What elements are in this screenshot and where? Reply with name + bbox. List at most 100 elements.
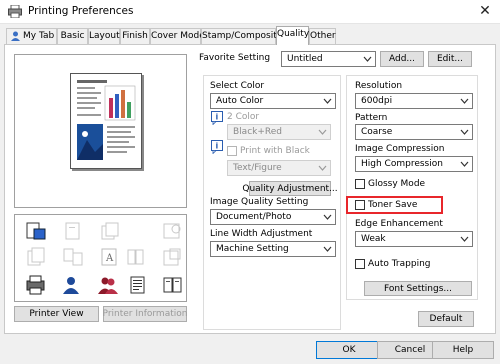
chevron-down-icon <box>323 214 332 220</box>
pages-faded-icon <box>63 248 83 266</box>
pattern-select[interactable]: Coarse <box>355 124 473 140</box>
window-title: Printing Preferences <box>28 5 134 17</box>
chevron-down-icon <box>460 161 469 167</box>
button-label: Default <box>429 314 463 324</box>
printer-output-icon <box>26 275 45 295</box>
tab-label: Basic <box>60 31 85 41</box>
tab-finish[interactable]: Finish <box>120 28 150 44</box>
button-label: OK <box>342 345 356 355</box>
button-label: Quality Adjustment... <box>242 183 338 194</box>
edge-enhancement-label: Edge Enhancement <box>355 219 443 229</box>
chevron-down-icon <box>460 98 469 104</box>
document-faded-icon <box>65 222 80 240</box>
select-value: Text/Figure <box>233 163 282 173</box>
image-compression-label: Image Compression <box>355 144 445 154</box>
glossy-mode-checkbox[interactable] <box>355 179 365 189</box>
tab-cover-mode[interactable]: Cover Mode <box>150 28 205 44</box>
printer-information-button[interactable]: Printer Information <box>103 306 187 322</box>
tab-basic[interactable]: Basic <box>57 28 88 44</box>
toner-save-highlight <box>346 196 443 214</box>
svg-text:i: i <box>216 113 219 122</box>
color-document-icon <box>26 222 46 240</box>
chevron-down-icon <box>323 246 332 252</box>
tab-stamp-composition[interactable]: Stamp/Composition <box>201 28 290 44</box>
print-with-black-checkbox[interactable] <box>227 146 237 156</box>
user-icon <box>63 277 79 294</box>
copies-faded-icon <box>27 247 45 266</box>
select-value: Black+Red <box>233 127 282 137</box>
pattern-label: Pattern <box>355 113 388 123</box>
resolution-label: Resolution <box>355 81 403 91</box>
select-value: Document/Photo <box>216 212 292 222</box>
stack-faded-icon <box>101 222 119 240</box>
booklet-icon <box>163 277 182 293</box>
settings-icons-panel: A <box>14 214 187 302</box>
button-label: Printer Information <box>102 309 188 319</box>
print-with-black-label: Print with Black <box>240 146 310 156</box>
add-favorite-button[interactable]: Add... <box>380 51 424 67</box>
favorite-setting-select[interactable]: Untitled <box>281 51 376 67</box>
button-label: Edit... <box>436 54 463 64</box>
line-width-label: Line Width Adjustment <box>210 229 313 239</box>
select-value: Auto Color <box>216 96 264 106</box>
document-list-icon <box>130 276 145 294</box>
tab-quality[interactable]: Quality <box>276 26 309 45</box>
svg-text:i: i <box>216 142 219 151</box>
user-icon <box>11 31 20 41</box>
chevron-down-icon <box>460 129 469 135</box>
printer-view-button[interactable]: Printer View <box>14 306 99 322</box>
button-label: Printer View <box>29 309 84 319</box>
quality-adjustment-button[interactable]: Quality Adjustment... <box>242 181 338 196</box>
edge-enhancement-select[interactable]: Weak <box>355 231 473 247</box>
two-color-select[interactable]: Black+Red <box>227 124 331 140</box>
tab-label: Quality <box>277 29 310 39</box>
stamp-faded-icon <box>163 223 181 239</box>
text-figure-select[interactable]: Text/Figure <box>227 160 331 176</box>
tab-my-tab[interactable]: My Tab <box>6 28 57 44</box>
image-compression-select[interactable]: High Compression <box>355 156 473 172</box>
text-a-icon: A <box>101 248 117 266</box>
tab-label: My Tab <box>23 31 55 41</box>
button-label: Font Settings... <box>384 283 452 294</box>
auto-trapping-label: Auto Trapping <box>368 259 431 269</box>
image-quality-select[interactable]: Document/Photo <box>210 209 336 225</box>
select-color-label: Select Color <box>210 81 265 91</box>
title-bar: Printing Preferences ✕ <box>0 0 500 24</box>
tab-other[interactable]: Other <box>309 28 336 44</box>
users-icon <box>98 277 118 294</box>
preview-page <box>70 73 142 169</box>
favorite-setting-label: Favorite Setting <box>199 53 271 63</box>
select-color-select[interactable]: Auto Color <box>210 93 336 109</box>
button-label: Help <box>452 345 474 355</box>
svg-text:A: A <box>105 253 114 264</box>
glossy-mode-label: Glossy Mode <box>368 179 426 189</box>
auto-trapping-checkbox[interactable] <box>355 259 365 269</box>
line-width-select[interactable]: Machine Setting <box>210 241 336 257</box>
font-settings-button[interactable]: Font Settings... <box>364 281 472 296</box>
chevron-down-icon <box>323 98 332 104</box>
edit-favorite-button[interactable]: Edit... <box>428 51 472 67</box>
resolution-select[interactable]: 600dpi <box>355 93 473 109</box>
select-value: Coarse <box>361 127 393 137</box>
button-label: Cancel <box>394 345 426 355</box>
chevron-down-icon <box>460 236 469 242</box>
chevron-down-icon <box>318 165 327 171</box>
close-button[interactable]: ✕ <box>474 1 496 21</box>
select-value: Weak <box>361 234 386 244</box>
printer-icon <box>8 5 22 18</box>
help-button[interactable]: Help <box>432 341 494 359</box>
default-button[interactable]: Default <box>418 311 474 327</box>
tab-label: Cover Mode <box>151 31 205 41</box>
select-value: High Compression <box>361 159 443 169</box>
ok-button[interactable]: OK <box>316 341 382 359</box>
chevron-down-icon <box>318 129 327 135</box>
select-value: Machine Setting <box>216 244 289 254</box>
overlay-faded-icon <box>163 248 181 266</box>
two-color-label: 2 Color <box>227 112 260 122</box>
select-value: 600dpi <box>361 96 393 106</box>
tab-label: Layout <box>89 31 120 41</box>
tab-layout[interactable]: Layout <box>88 28 120 44</box>
booklet-faded-icon <box>127 249 144 265</box>
preview-page-graphic <box>77 80 136 160</box>
tab-label: Other <box>310 31 336 41</box>
